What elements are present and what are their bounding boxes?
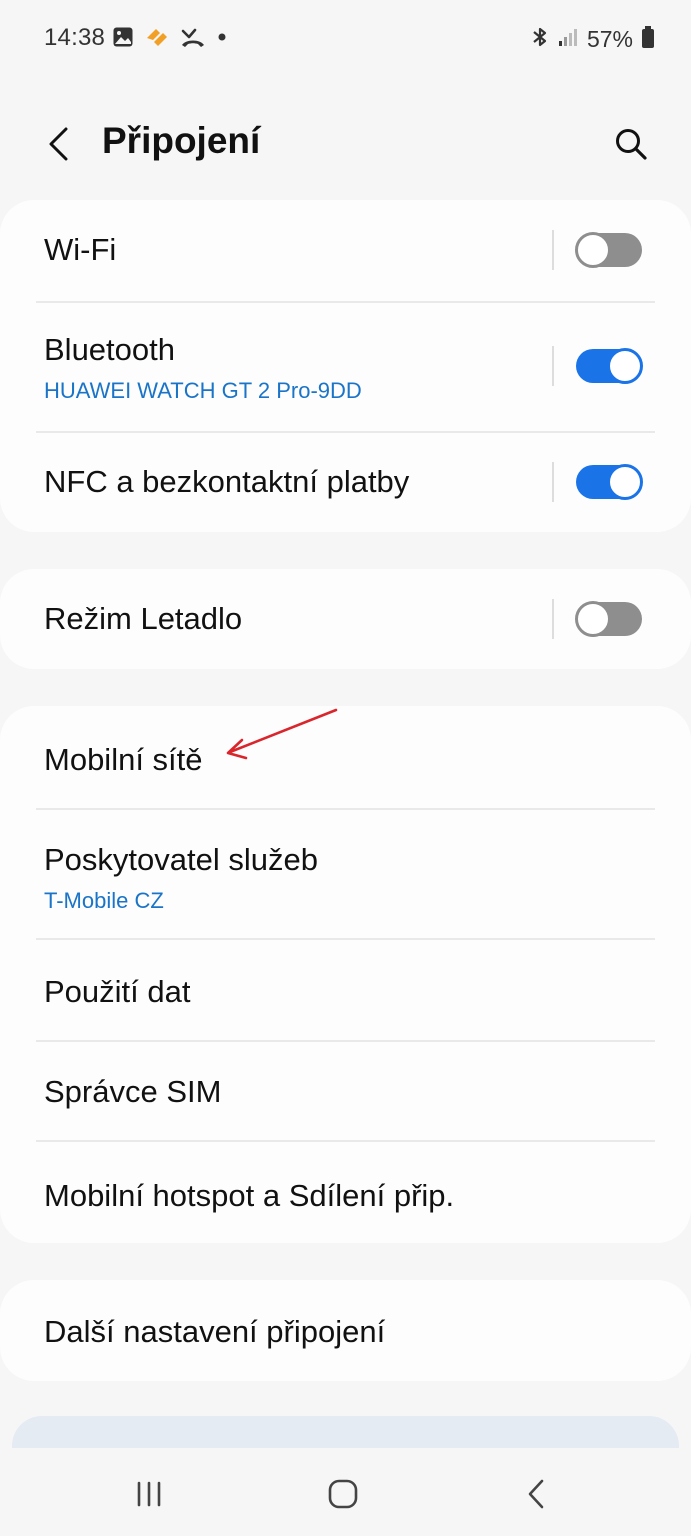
battery-percent: 57% <box>586 25 633 52</box>
navigation-bar <box>0 1448 691 1536</box>
data-usage-row[interactable]: Použití dat <box>0 940 691 1040</box>
gallery-icon <box>112 26 134 53</box>
signal-icon <box>557 26 579 53</box>
search-icon <box>614 127 648 166</box>
notification-dot-icon <box>216 30 228 48</box>
hotspot-row[interactable]: Mobilní hotspot a Sdílení přip. <box>0 1142 691 1243</box>
back-icon <box>525 1478 547 1515</box>
app-notification-icon <box>144 26 170 53</box>
status-bar: 14:38 57% <box>0 0 691 78</box>
airplane-card: Režim Letadlo <box>0 569 691 669</box>
nfc-row[interactable]: NFC a bezkontaktní platby <box>0 432 691 532</box>
bluetooth-toggle[interactable] <box>576 348 643 384</box>
bluetooth-row[interactable]: Bluetooth HUAWEI WATCH GT 2 Pro-9DD <box>0 302 691 432</box>
wireless-card: Wi-Fi Bluetooth HUAWEI WATCH GT 2 Pro-9D… <box>0 200 691 532</box>
airplane-toggle-knob <box>575 601 611 637</box>
nfc-toggle-knob <box>607 464 643 500</box>
wifi-toggle[interactable] <box>575 232 642 268</box>
bluetooth-title: Bluetooth <box>44 332 175 367</box>
airplane-toggle[interactable] <box>575 601 642 637</box>
chevron-left-icon <box>46 126 70 167</box>
more-settings-row[interactable]: Další nastavení připojení <box>0 1280 691 1381</box>
missed-call-icon <box>180 25 206 54</box>
battery-icon <box>641 25 655 54</box>
home-button[interactable] <box>318 1476 368 1516</box>
back-button[interactable] <box>36 122 80 170</box>
data-usage-title: Použití dat <box>44 974 191 1009</box>
mobile-networks-title: Mobilní sítě <box>44 742 203 777</box>
wifi-separator <box>552 230 554 270</box>
provider-row[interactable]: Poskytovatel služeb T-Mobile CZ <box>0 810 691 938</box>
sim-manager-title: Správce SIM <box>44 1074 222 1109</box>
nfc-separator <box>552 462 554 502</box>
recents-icon <box>133 1480 165 1513</box>
bluetooth-toggle-knob <box>607 348 643 384</box>
bluetooth-icon <box>531 25 549 54</box>
nav-back-button[interactable] <box>511 1476 561 1516</box>
app-header: Připojení <box>0 100 691 192</box>
provider-title: Poskytovatel služeb <box>44 842 318 877</box>
more-settings-card: Další nastavení připojení <box>0 1280 691 1381</box>
bluetooth-separator <box>552 346 554 386</box>
wifi-toggle-knob <box>575 232 611 268</box>
nfc-title: NFC a bezkontaktní platby <box>44 464 410 499</box>
provider-subtitle: T-Mobile CZ <box>44 888 164 913</box>
page-title: Připojení <box>102 120 261 161</box>
status-system-icons: 57% <box>531 24 655 54</box>
sim-manager-row[interactable]: Správce SIM <box>0 1042 691 1142</box>
wifi-title: Wi-Fi <box>44 232 117 267</box>
airplane-title: Režim Letadlo <box>44 601 243 636</box>
status-time: 14:38 <box>44 24 106 51</box>
airplane-separator <box>552 599 554 639</box>
nfc-toggle[interactable] <box>576 464 643 500</box>
hotspot-title: Mobilní hotspot a Sdílení přip. <box>44 1178 455 1213</box>
annotation-arrow <box>226 708 338 760</box>
recents-button[interactable] <box>124 1476 174 1516</box>
search-button[interactable] <box>609 124 653 168</box>
more-settings-title: Další nastavení připojení <box>44 1314 386 1349</box>
status-notification-icons <box>112 24 228 54</box>
home-icon <box>327 1478 359 1515</box>
mobile-card: Mobilní sítě Poskytovatel služeb T-Mobil… <box>0 706 691 1243</box>
airplane-row[interactable]: Režim Letadlo <box>0 569 691 669</box>
bluetooth-subtitle: HUAWEI WATCH GT 2 Pro-9DD <box>44 378 362 403</box>
wifi-row[interactable]: Wi-Fi <box>0 200 691 302</box>
